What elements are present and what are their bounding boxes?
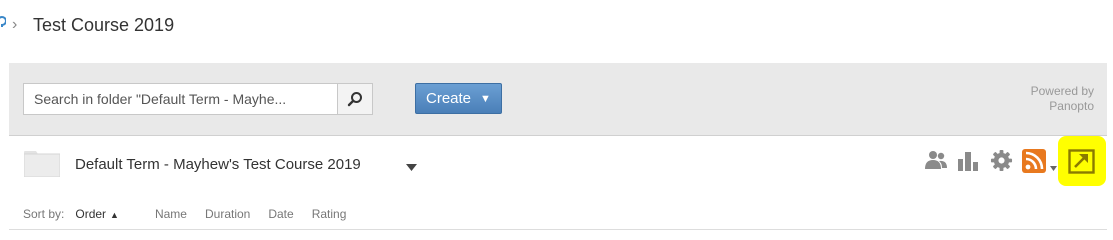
search-box: [23, 83, 373, 115]
powered-by-line2: Panopto: [1049, 99, 1094, 113]
sort-label: Sort by:: [23, 207, 65, 221]
sort-option-order-label: Order: [75, 207, 107, 221]
create-button-label: Create: [426, 90, 472, 107]
powered-by-line1: Powered by: [1030, 84, 1094, 98]
folder-dropdown-chevron-down-icon[interactable]: [406, 158, 417, 176]
breadcrumb-separator: ›: [12, 16, 18, 33]
folder-icon: [23, 151, 61, 182]
search-button[interactable]: [337, 84, 372, 114]
sort-option-order[interactable]: Order ▲: [75, 207, 137, 221]
rss-icon[interactable]: [1022, 149, 1047, 178]
external-link-icon[interactable]: [1068, 149, 1095, 179]
rss-dropdown-chevron-down-icon[interactable]: [1050, 158, 1057, 176]
gear-icon[interactable]: [990, 149, 1013, 177]
search-icon: [347, 92, 362, 107]
users-icon[interactable]: [924, 150, 948, 175]
search-input[interactable]: [24, 84, 340, 114]
powered-by-panopto[interactable]: Powered by Panopto: [1031, 84, 1094, 114]
chevron-down-icon: ▼: [480, 92, 491, 105]
sort-option-date[interactable]: Date: [268, 207, 293, 221]
sort-option-rating[interactable]: Rating: [312, 207, 347, 221]
sort-option-name[interactable]: Name: [155, 207, 187, 221]
sort-option-duration[interactable]: Duration: [205, 207, 250, 221]
sort-ascending-icon: ▲: [110, 210, 119, 220]
folder-toolbar: Create ▼ Powered by Panopto: [9, 63, 1107, 136]
folder-name[interactable]: Default Term - Mayhew's Test Course 2019: [75, 156, 361, 173]
divider: [9, 229, 1107, 230]
create-button[interactable]: Create ▼: [415, 83, 502, 114]
sort-bar: Sort by: Order ▲ Name Duration Date Ratin…: [23, 207, 364, 221]
page-title: Test Course 2019: [33, 15, 175, 35]
stats-icon[interactable]: [957, 150, 979, 176]
back-breadcrumb-icon[interactable]: [0, 16, 7, 32]
